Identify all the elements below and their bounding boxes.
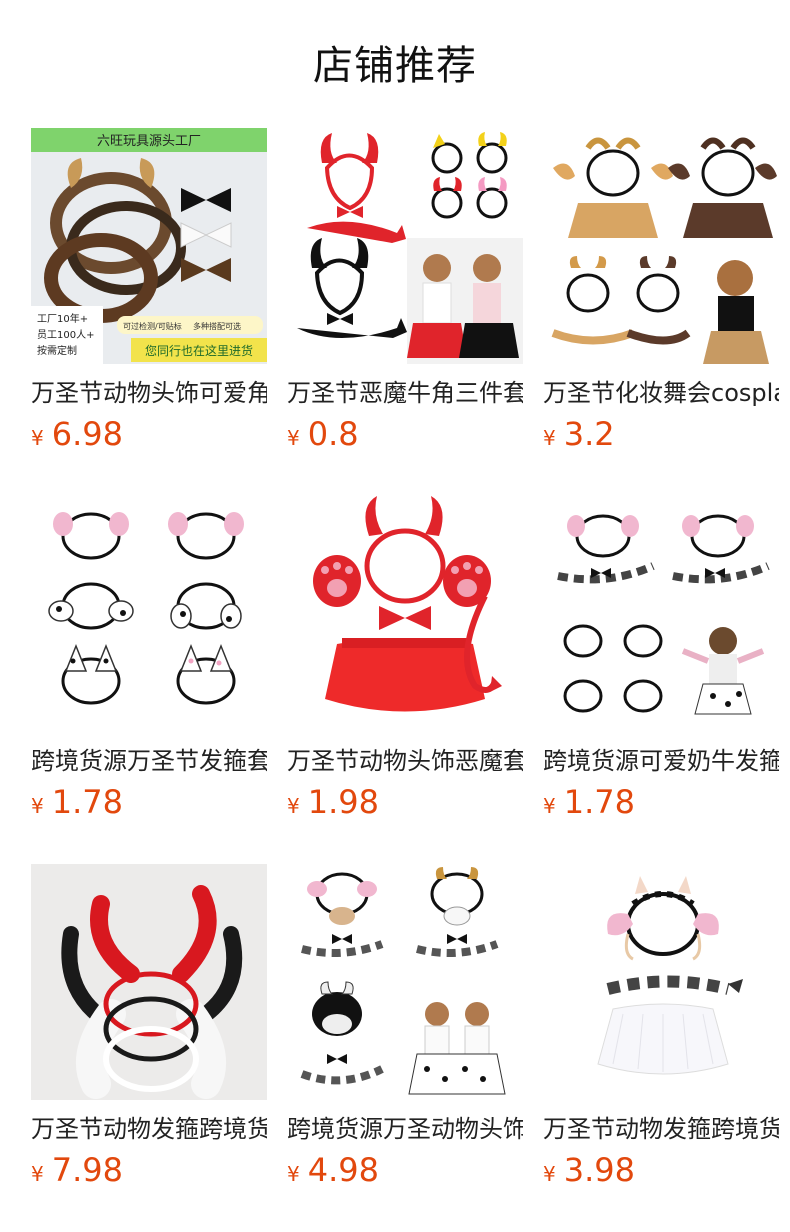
- product-card[interactable]: 万圣节恶魔牛角三件套 ¥ 0.8: [287, 128, 523, 496]
- currency-symbol: ¥: [287, 426, 300, 450]
- product-price: ¥ 1.98: [287, 782, 523, 822]
- product-card[interactable]: 万圣节化妆舞会cosplay ¥ 3.2: [543, 128, 779, 496]
- product-price: ¥ 0.8: [287, 414, 523, 454]
- currency-symbol: ¥: [543, 794, 556, 818]
- product-name: 万圣节动物头饰恶魔套: [287, 747, 523, 775]
- product-card[interactable]: 万圣节动物发箍跨境货源 ¥ 3.98: [543, 864, 779, 1232]
- banner-text: 六旺玩具源头工厂: [97, 134, 201, 149]
- currency-symbol: ¥: [31, 794, 44, 818]
- product-price: ¥ 3.98: [543, 1150, 779, 1190]
- product-card[interactable]: 万圣节动物头饰恶魔套 ¥ 1.98: [287, 496, 523, 864]
- currency-symbol: ¥: [543, 426, 556, 450]
- product-grid: 六旺玩具源头工厂 工厂10年+ 员工100人+ 按需定制 可过检测/可贴标 多种…: [31, 128, 781, 1232]
- product-card[interactable]: 六旺玩具源头工厂 工厂10年+ 员工100人+ 按需定制 可过检测/可贴标 多种…: [31, 128, 267, 496]
- currency-symbol: ¥: [287, 1162, 300, 1186]
- product-card[interactable]: 万圣节动物发箍跨境货 ¥ 7.98: [31, 864, 267, 1232]
- price-value: 0.8: [307, 415, 359, 453]
- page-title: 店铺推荐: [313, 43, 477, 89]
- factory-staff: 员工100人+: [37, 329, 94, 341]
- product-name: 万圣节化妆舞会cosplay: [543, 379, 779, 407]
- product-image[interactable]: [31, 496, 267, 732]
- product-name: 万圣节动物头饰可爱角: [31, 379, 267, 407]
- product-price: ¥ 6.98: [31, 414, 267, 454]
- product-price: ¥ 3.2: [543, 414, 779, 454]
- product-image[interactable]: [287, 128, 523, 364]
- currency-symbol: ¥: [287, 794, 300, 818]
- price-value: 6.98: [51, 415, 123, 453]
- product-name: 跨境货源万圣动物头饰: [287, 1115, 523, 1143]
- product-card[interactable]: 跨境货源可爱奶牛发箍 ¥ 1.78: [543, 496, 779, 864]
- factory-years: 工厂10年+: [37, 312, 88, 325]
- price-value: 3.2: [563, 415, 615, 453]
- currency-symbol: ¥: [31, 426, 44, 450]
- price-value: 1.78: [51, 783, 123, 821]
- tag-combo: 多种搭配可选: [193, 321, 241, 331]
- custom-order: 按需定制: [37, 344, 77, 357]
- product-name: 万圣节恶魔牛角三件套: [287, 379, 523, 407]
- currency-symbol: ¥: [31, 1162, 44, 1186]
- product-image[interactable]: [287, 864, 523, 1100]
- product-price: ¥ 7.98: [31, 1150, 267, 1190]
- price-value: 1.98: [307, 783, 379, 821]
- product-name: 万圣节动物发箍跨境货: [31, 1115, 267, 1143]
- currency-symbol: ¥: [543, 1162, 556, 1186]
- product-price: ¥ 4.98: [287, 1150, 523, 1190]
- product-image[interactable]: [543, 128, 779, 364]
- price-value: 1.78: [563, 783, 635, 821]
- product-image[interactable]: [287, 496, 523, 732]
- product-price: ¥ 1.78: [31, 782, 267, 822]
- price-value: 4.98: [307, 1151, 379, 1189]
- product-image[interactable]: 六旺玩具源头工厂 工厂10年+ 员工100人+ 按需定制 可过检测/可贴标 多种…: [31, 128, 267, 364]
- tag-check: 可过检测/可贴标: [123, 321, 182, 331]
- product-card[interactable]: 跨境货源万圣动物头饰 ¥ 4.98: [287, 864, 523, 1232]
- product-name: 跨境货源万圣节发箍套: [31, 747, 267, 775]
- product-image[interactable]: [543, 864, 779, 1100]
- product-name: 跨境货源可爱奶牛发箍: [543, 747, 779, 775]
- price-value: 3.98: [563, 1151, 635, 1189]
- product-price: ¥ 1.78: [543, 782, 779, 822]
- product-image[interactable]: [31, 864, 267, 1100]
- product-card[interactable]: 跨境货源万圣节发箍套 ¥ 1.78: [31, 496, 267, 864]
- slogan-text: 您同行也在这里进货: [145, 343, 253, 358]
- product-name: 万圣节动物发箍跨境货源: [543, 1115, 779, 1143]
- price-value: 7.98: [51, 1151, 123, 1189]
- product-image[interactable]: [543, 496, 779, 732]
